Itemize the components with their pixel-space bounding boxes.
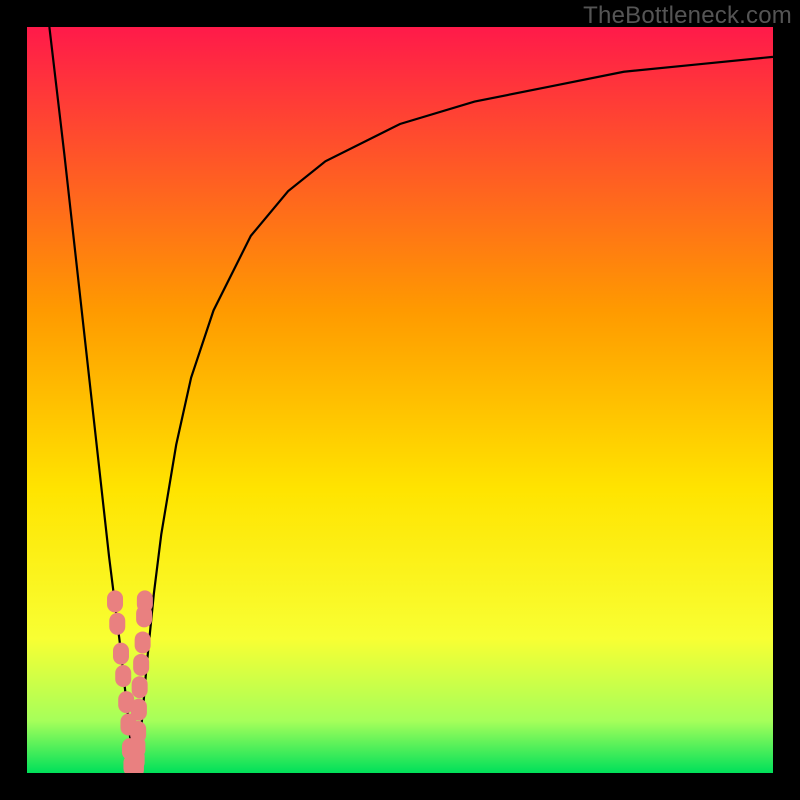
data-marker: [113, 643, 129, 665]
data-marker: [136, 605, 152, 627]
chart-svg: [0, 0, 800, 800]
data-marker: [115, 665, 131, 687]
watermark-label: TheBottleneck.com: [583, 2, 792, 30]
data-marker: [135, 631, 151, 653]
data-marker: [107, 590, 123, 612]
chart-frame: TheBottleneck.com: [0, 0, 800, 800]
data-marker: [133, 654, 149, 676]
data-marker: [131, 699, 147, 721]
data-marker: [109, 613, 125, 635]
data-marker: [132, 676, 148, 698]
